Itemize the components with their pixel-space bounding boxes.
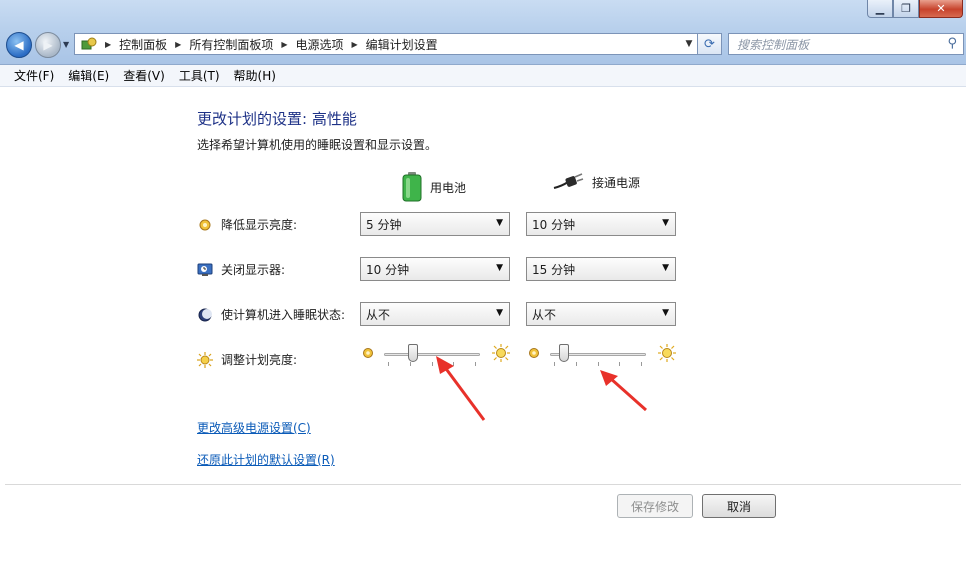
sleep-row-label: 使计算机进入睡眠状态: (197, 306, 345, 323)
power-plug-icon (553, 173, 584, 189)
annotation-arrow-battery (436, 356, 486, 421)
select-value: 从不 (532, 307, 557, 322)
refresh-button[interactable]: ⟳ (698, 33, 722, 55)
maximize-button[interactable]: ❐ (893, 0, 919, 18)
cancel-button[interactable]: 取消 (702, 494, 776, 518)
menu-help[interactable]: 帮助(H) (234, 67, 276, 84)
search-icon[interactable]: ⚲ (947, 36, 957, 51)
brightness-sun-icon (197, 351, 213, 368)
select-value: 从不 (366, 307, 391, 322)
chevron-down-icon: ▼ (496, 263, 503, 273)
menu-view[interactable]: 查看(V) (123, 67, 165, 84)
dim-display-label: 降低显示亮度: (221, 218, 298, 232)
address-bar[interactable]: ▶ 控制面板 ▶ 所有控制面板项 ▶ 电源选项 ▶ 编辑计划设置 ▼ (74, 33, 698, 55)
slider-ticks (554, 362, 642, 366)
restore-defaults-link[interactable]: 还原此计划的默认设置(R) (197, 451, 335, 468)
plugged-column-header: 接通电源 (552, 172, 640, 192)
brightness-row-label: 调整计划亮度: (197, 351, 297, 368)
dim-display-plugged-select[interactable]: 10 分钟 ▼ (526, 212, 676, 236)
chevron-down-icon: ▼ (662, 308, 669, 318)
select-value: 15 分钟 (532, 262, 576, 277)
dim-display-icon (197, 217, 213, 233)
plugged-brightness-slider[interactable] (528, 343, 678, 367)
plugged-column-label: 接通电源 (592, 175, 641, 190)
battery-column-label: 用电池 (430, 180, 467, 195)
dim-display-battery-select[interactable]: 5 分钟 ▼ (360, 212, 510, 236)
chevron-down-icon: ▼ (662, 263, 669, 273)
monitor-off-plugged-select[interactable]: 15 分钟 ▼ (526, 257, 676, 281)
sleep-plugged-select[interactable]: 从不 ▼ (526, 302, 676, 326)
breadcrumb-item[interactable]: 编辑计划设置 (366, 36, 438, 53)
breadcrumb-separator: ▶ (351, 39, 358, 49)
breadcrumb-separator: ▶ (281, 39, 288, 49)
chevron-down-icon: ▼ (662, 218, 669, 228)
menu-edit[interactable]: 编辑(E) (68, 67, 109, 84)
advanced-power-settings-link[interactable]: 更改高级电源设置(C) (197, 419, 311, 436)
window-controls: ▁ ❐ ✕ (867, 0, 963, 20)
forward-button[interactable]: ▶ (35, 32, 61, 58)
select-value: 10 分钟 (366, 262, 410, 277)
annotation-arrow-plugged (600, 370, 647, 412)
select-value: 10 分钟 (532, 217, 576, 232)
recent-pages-dropdown-icon[interactable]: ▼ (63, 40, 69, 49)
sleep-moon-icon (197, 307, 213, 323)
breadcrumb-item[interactable]: 电源选项 (296, 36, 344, 53)
dim-sun-icon (363, 348, 373, 358)
menu-file[interactable]: 文件(F) (14, 67, 54, 84)
breadcrumb-separator: ▶ (175, 39, 182, 49)
close-button[interactable]: ✕ (919, 0, 963, 18)
page-title: 更改计划的设置: 高性能 (197, 110, 357, 128)
chevron-down-icon: ▼ (496, 308, 503, 318)
brightness-label: 调整计划亮度: (221, 353, 298, 367)
content-area: 更改计划的设置: 高性能 选择希望计算机使用的睡眠设置和显示设置。 用电池 接通… (0, 88, 966, 562)
select-value: 5 分钟 (366, 217, 402, 232)
dim-sun-icon (529, 348, 539, 358)
bright-sun-icon (492, 344, 510, 362)
minimize-button[interactable]: ▁ (867, 0, 893, 18)
forward-arrow-icon: ▶ (43, 38, 53, 52)
window-chrome: ▁ ❐ ✕ ◀ ▶ ▼ ▶ 控制面板 ▶ 所有控制面板项 ▶ 电源选项 ▶ 编辑… (0, 0, 966, 65)
dim-display-row-label: 降低显示亮度: (197, 216, 297, 233)
menu-tools[interactable]: 工具(T) (179, 67, 220, 84)
search-placeholder: 搜索控制面板 (737, 37, 810, 52)
sleep-label: 使计算机进入睡眠状态: (221, 308, 346, 322)
monitor-off-label: 关闭显示器: (221, 263, 286, 277)
address-dropdown-icon[interactable]: ▼ (681, 39, 697, 49)
chevron-down-icon: ▼ (496, 218, 503, 228)
refresh-icon: ⟳ (704, 36, 715, 52)
monitor-off-row-label: 关闭显示器: (197, 261, 285, 278)
save-button[interactable]: 保存修改 (617, 494, 693, 518)
monitor-off-icon (197, 262, 213, 278)
breadcrumb-item[interactable]: 控制面板 (119, 36, 167, 53)
slider-thumb[interactable] (407, 344, 418, 362)
monitor-off-battery-select[interactable]: 10 分钟 ▼ (360, 257, 510, 281)
page-description: 选择希望计算机使用的睡眠设置和显示设置。 (197, 138, 438, 152)
control-panel-icon (81, 37, 97, 50)
menu-bar: 文件(F) 编辑(E) 查看(V) 工具(T) 帮助(H) (0, 65, 966, 87)
search-input[interactable]: 搜索控制面板 ⚲ (728, 33, 964, 55)
battery-column-header: 用电池 (402, 172, 466, 202)
slider-thumb[interactable] (559, 344, 570, 362)
back-arrow-icon: ◀ (14, 38, 24, 52)
breadcrumb-item[interactable]: 所有控制面板项 (189, 36, 273, 53)
back-button[interactable]: ◀ (6, 32, 32, 58)
battery-icon (402, 172, 422, 202)
divider (5, 484, 961, 485)
breadcrumb-separator: ▶ (105, 39, 112, 49)
sleep-battery-select[interactable]: 从不 ▼ (360, 302, 510, 326)
bright-sun-icon (658, 344, 676, 362)
